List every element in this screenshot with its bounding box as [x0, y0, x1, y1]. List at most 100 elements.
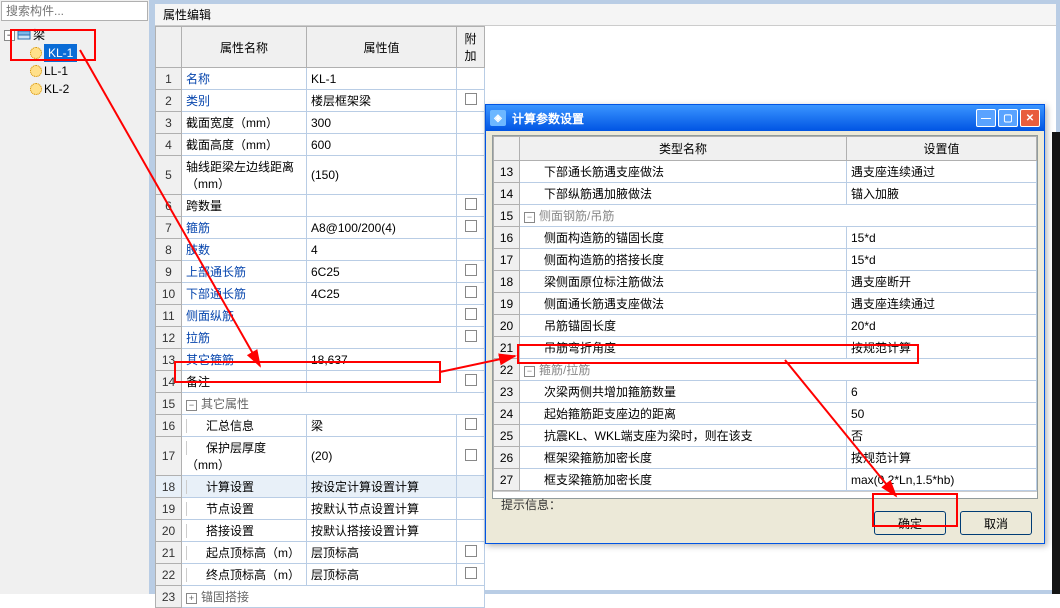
dialog-name-cell[interactable]: 侧面构造筋的锚固长度 [520, 227, 847, 249]
property-row[interactable]: 11侧面纵筋 [156, 305, 485, 327]
dialog-name-cell[interactable]: 下部通长筋遇支座做法 [520, 161, 847, 183]
dialog-value-cell[interactable]: 锚入加腋 [847, 183, 1037, 205]
property-value-cell[interactable]: 300 [307, 112, 457, 134]
dialog-value-cell[interactable]: 20*d [847, 315, 1037, 337]
dialog-name-cell[interactable]: 侧面通长筋遇支座做法 [520, 293, 847, 315]
property-extra-cell[interactable] [457, 134, 485, 156]
property-value-cell[interactable] [307, 305, 457, 327]
checkbox-icon[interactable] [465, 220, 477, 232]
tree-item[interactable]: KL-1 [30, 44, 147, 62]
minimize-button[interactable]: — [976, 109, 996, 127]
property-row[interactable]: 10下部通长筋4C25 [156, 283, 485, 305]
property-value-cell[interactable]: KL-1 [307, 68, 457, 90]
dialog-value-cell[interactable]: 15*d [847, 249, 1037, 271]
property-extra-cell[interactable] [457, 498, 485, 520]
property-name-cell[interactable]: 拉筋 [182, 327, 307, 349]
property-name-cell[interactable]: 箍筋 [182, 217, 307, 239]
property-value-cell[interactable]: 按设定计算设置计算 [307, 476, 457, 498]
property-extra-cell[interactable] [457, 476, 485, 498]
maximize-button[interactable]: ▢ [998, 109, 1018, 127]
checkbox-icon[interactable] [465, 264, 477, 276]
property-name-cell[interactable]: 起点顶标高（m） [182, 542, 307, 564]
property-value-cell[interactable]: 4 [307, 239, 457, 261]
property-group-cell[interactable]: +锚固搭接 [182, 586, 485, 608]
property-group-cell[interactable]: −其它属性 [182, 393, 485, 415]
property-value-cell[interactable] [307, 327, 457, 349]
property-name-cell[interactable]: 终点顶标高（m） [182, 564, 307, 586]
property-value-cell[interactable]: 6C25 [307, 261, 457, 283]
dialog-value-cell[interactable]: 按规范计算 [847, 447, 1037, 469]
property-name-cell[interactable]: 搭接设置 [182, 520, 307, 542]
tree-item[interactable]: KL-2 [30, 80, 147, 98]
property-name-cell[interactable]: 侧面纵筋 [182, 305, 307, 327]
property-extra-cell[interactable] [457, 90, 485, 112]
property-row[interactable]: 13其它箍筋18,637 [156, 349, 485, 371]
property-name-cell[interactable]: 节点设置 [182, 498, 307, 520]
property-extra-cell[interactable] [457, 283, 485, 305]
dialog-value-cell[interactable]: 遇支座断开 [847, 271, 1037, 293]
dialog-row[interactable]: 14 下部纵筋遇加腋做法锚入加腋 [494, 183, 1037, 205]
property-row[interactable]: 2类别楼层框架梁 [156, 90, 485, 112]
property-row[interactable]: 3截面宽度（mm）300 [156, 112, 485, 134]
search-input[interactable] [2, 2, 165, 20]
property-row[interactable]: 12拉筋 [156, 327, 485, 349]
property-name-cell[interactable]: 截面高度（mm） [182, 134, 307, 156]
dialog-name-cell[interactable]: 梁侧面原位标注筋做法 [520, 271, 847, 293]
dialog-row[interactable]: 25 抗震KL、WKL端支座为梁时，则在该支否 [494, 425, 1037, 447]
dialog-value-cell[interactable]: 6 [847, 381, 1037, 403]
property-row[interactable]: 20 搭接设置按默认搭接设置计算 [156, 520, 485, 542]
property-row[interactable]: 9上部通长筋6C25 [156, 261, 485, 283]
close-button[interactable]: ✕ [1020, 109, 1040, 127]
property-extra-cell[interactable] [457, 437, 485, 476]
checkbox-icon[interactable] [465, 286, 477, 298]
property-value-cell[interactable]: 层顶标高 [307, 564, 457, 586]
property-extra-cell[interactable] [457, 239, 485, 261]
dialog-value-cell[interactable]: max(0.2*Ln,1.5*hb) [847, 469, 1037, 491]
expander-icon[interactable]: − [524, 366, 535, 377]
dialog-value-cell[interactable]: 遇支座连续通过 [847, 161, 1037, 183]
tree-item[interactable]: LL-1 [30, 62, 147, 80]
dialog-row[interactable]: 24 起始箍筋距支座边的距离50 [494, 403, 1037, 425]
property-name-cell[interactable]: 轴线距梁左边线距离（mm） [182, 156, 307, 195]
checkbox-icon[interactable] [465, 545, 477, 557]
dialog-group-cell[interactable]: −侧面钢筋/吊筋 [520, 205, 1037, 227]
checkbox-icon[interactable] [465, 198, 477, 210]
property-extra-cell[interactable] [457, 327, 485, 349]
dialog-row[interactable]: 13 下部通长筋遇支座做法遇支座连续通过 [494, 161, 1037, 183]
dialog-row[interactable]: 20 吊筋锚固长度20*d [494, 315, 1037, 337]
checkbox-icon[interactable] [465, 374, 477, 386]
property-value-cell[interactable]: 楼层框架梁 [307, 90, 457, 112]
property-value-cell[interactable]: 层顶标高 [307, 542, 457, 564]
property-value-cell[interactable]: 按默认节点设置计算 [307, 498, 457, 520]
property-extra-cell[interactable] [457, 305, 485, 327]
dialog-row[interactable]: 21 吊筋弯折角度按规范计算 [494, 337, 1037, 359]
property-row[interactable]: 4截面高度（mm）600 [156, 134, 485, 156]
property-name-cell[interactable]: 其它箍筋 [182, 349, 307, 371]
property-row[interactable]: 5轴线距梁左边线距离（mm）(150) [156, 156, 485, 195]
property-extra-cell[interactable] [457, 371, 485, 393]
dialog-name-cell[interactable]: 起始箍筋距支座边的距离 [520, 403, 847, 425]
dialog-name-cell[interactable]: 抗震KL、WKL端支座为梁时，则在该支 [520, 425, 847, 447]
property-name-cell[interactable]: 肢数 [182, 239, 307, 261]
checkbox-icon[interactable] [465, 449, 477, 461]
tree-collapse-icon[interactable]: − [4, 30, 15, 41]
ok-button[interactable]: 确定 [874, 511, 946, 535]
dialog-name-cell[interactable]: 吊筋锚固长度 [520, 315, 847, 337]
checkbox-icon[interactable] [465, 308, 477, 320]
property-extra-cell[interactable] [457, 68, 485, 90]
property-row[interactable]: 21 起点顶标高（m）层顶标高 [156, 542, 485, 564]
property-value-cell[interactable]: (150) [307, 156, 457, 195]
dialog-value-cell[interactable]: 50 [847, 403, 1037, 425]
dialog-row[interactable]: 18 梁侧面原位标注筋做法遇支座断开 [494, 271, 1037, 293]
property-row[interactable]: 15−其它属性 [156, 393, 485, 415]
dialog-group-cell[interactable]: −箍筋/拉筋 [520, 359, 1037, 381]
property-name-cell[interactable]: 名称 [182, 68, 307, 90]
property-extra-cell[interactable] [457, 349, 485, 371]
dialog-name-cell[interactable]: 下部纵筋遇加腋做法 [520, 183, 847, 205]
property-name-cell[interactable]: 保护层厚度（mm） [182, 437, 307, 476]
property-extra-cell[interactable] [457, 195, 485, 217]
dialog-name-cell[interactable]: 框架梁箍筋加密长度 [520, 447, 847, 469]
property-name-cell[interactable]: 汇总信息 [182, 415, 307, 437]
property-name-cell[interactable]: 类别 [182, 90, 307, 112]
property-extra-cell[interactable] [457, 415, 485, 437]
